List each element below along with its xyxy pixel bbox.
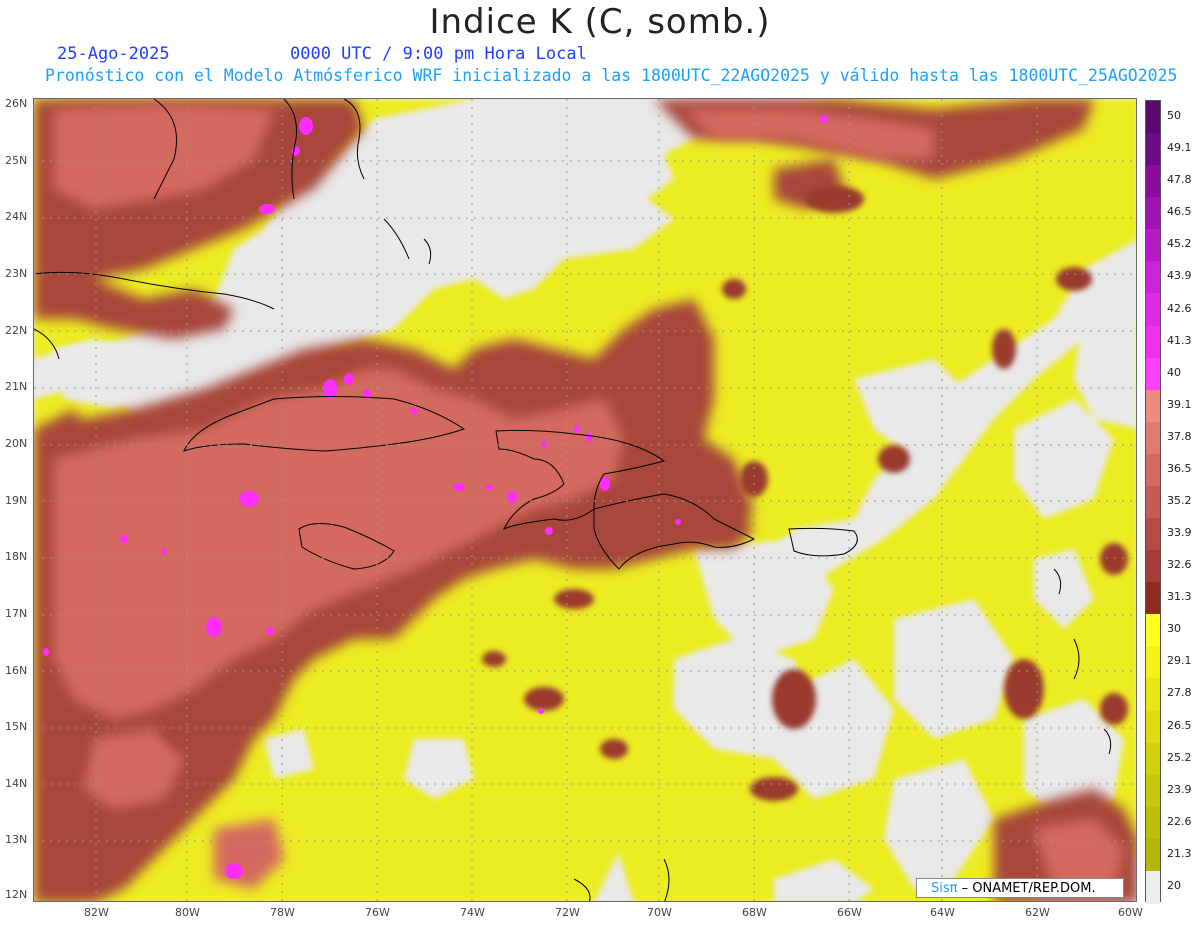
colorbar-label: 23.9	[1167, 782, 1192, 796]
colorbar-label: 25.2	[1167, 750, 1192, 764]
lat-label: 15N	[5, 720, 28, 733]
lon-label: 80W	[175, 906, 200, 919]
lat-label: 21N	[5, 380, 28, 393]
colorbar-segment	[1146, 101, 1160, 135]
colorbar-label: 26.5	[1167, 718, 1192, 732]
colorbar-segment	[1146, 389, 1160, 423]
colorbar-label: 46.5	[1167, 205, 1192, 219]
lat-label: 12N	[5, 888, 28, 901]
colorbar-segment	[1146, 485, 1160, 520]
colorbar-segment	[1146, 518, 1160, 552]
colorbar-segment	[1146, 710, 1160, 744]
lat-label: 18N	[5, 550, 28, 563]
lon-label: 74W	[460, 906, 485, 919]
credit-box: Sisπ – ONAMET/REP.DOM.	[916, 878, 1124, 898]
colorbar-label: 42.6	[1167, 301, 1192, 315]
colorbar-label: 47.8	[1167, 173, 1192, 187]
colorbar-segment	[1146, 774, 1160, 808]
lon-label: 76W	[365, 906, 390, 919]
colorbar-label: 30	[1167, 622, 1181, 636]
colorbar-segment	[1146, 678, 1160, 712]
lon-label: 70W	[647, 906, 672, 919]
forecast-date: 25-Ago-2025	[57, 44, 170, 64]
colorbar-label: 31.3	[1167, 590, 1192, 604]
colorbar-segment	[1146, 614, 1160, 648]
forecast-time: 0000 UTC / 9:00 pm Hora Local	[290, 44, 587, 64]
credit-org: – ONAMET/REP.DOM.	[957, 881, 1096, 896]
colorbar-label: 32.6	[1167, 558, 1192, 572]
colorbar-segment	[1146, 870, 1160, 904]
colorbar-label: 36.5	[1167, 461, 1192, 475]
credit-brand: Sisπ	[931, 881, 958, 896]
colorbar-segment	[1146, 742, 1160, 776]
lon-label: 72W	[555, 906, 580, 919]
colorbar-segment	[1146, 133, 1160, 167]
colorbar-segment	[1146, 806, 1160, 840]
colorbar-label: 21.3	[1167, 846, 1192, 860]
colorbar-label: 35.2	[1167, 494, 1192, 507]
colorbar-label: 27.8	[1167, 686, 1192, 700]
colorbar-label: 41.3	[1167, 333, 1192, 347]
colorbar-segment	[1146, 197, 1160, 231]
lon-label: 60W	[1118, 906, 1143, 919]
colorbar-segment	[1146, 293, 1160, 327]
colorbar-label: 45.2	[1167, 237, 1192, 251]
colorbar-segment	[1146, 838, 1160, 872]
lat-label: 16N	[5, 664, 28, 677]
colorbar-segment	[1146, 261, 1160, 295]
colorbar-segment	[1146, 229, 1160, 263]
lat-label: 24N	[5, 210, 28, 223]
lon-label: 62W	[1025, 906, 1050, 919]
lat-label: 23N	[5, 267, 28, 280]
lat-label: 13N	[5, 833, 28, 846]
colorbar-label: 37.8	[1167, 429, 1192, 443]
lon-label: 82W	[84, 906, 109, 919]
weather-map	[33, 98, 1137, 902]
map-title: Indice K (C, somb.)	[429, 2, 771, 42]
colorbar-label: 43.9	[1167, 269, 1192, 283]
lon-label: 64W	[930, 906, 955, 919]
lat-label: 19N	[5, 494, 28, 507]
lat-label: 17N	[5, 607, 28, 620]
lat-label: 20N	[5, 437, 28, 450]
lon-label: 78W	[270, 906, 295, 919]
lat-label: 26N	[5, 97, 28, 110]
colorbar-segment	[1146, 421, 1160, 455]
lat-label: 14N	[5, 777, 28, 790]
colorbar-segment	[1146, 582, 1160, 616]
lat-label: 22N	[5, 324, 28, 337]
colorbar-segment	[1146, 165, 1160, 199]
colorbar-label: 20	[1167, 878, 1181, 892]
colorbar	[1145, 100, 1161, 904]
lat-label: 25N	[5, 154, 28, 167]
colorbar-segment	[1146, 357, 1160, 391]
colorbar-label: 22.6	[1167, 814, 1192, 828]
colorbar-segment	[1146, 325, 1160, 359]
model-subtitle: Pronóstico con el Modelo Atmósferico WRF…	[45, 66, 1178, 85]
colorbar-label: 50	[1167, 109, 1181, 123]
lon-label: 68W	[742, 906, 767, 919]
k-index-field	[34, 99, 1136, 901]
colorbar-label: 29.1	[1167, 654, 1192, 668]
lon-label: 66W	[837, 906, 862, 919]
colorbar-label: 49.1	[1167, 141, 1192, 155]
colorbar-label: 33.9	[1167, 526, 1192, 540]
colorbar-segment	[1146, 453, 1160, 487]
colorbar-segment	[1146, 646, 1160, 680]
colorbar-label: 39.1	[1167, 397, 1192, 411]
colorbar-segment	[1146, 550, 1160, 584]
colorbar-label: 40	[1167, 365, 1181, 379]
